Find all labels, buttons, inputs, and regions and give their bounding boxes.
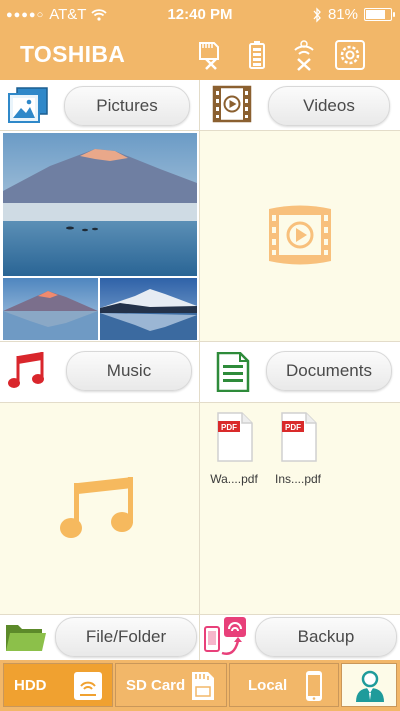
battery-percent: 81% bbox=[327, 6, 358, 23]
bluetooth-icon bbox=[313, 6, 321, 23]
documents-panel[interactable]: PDF Wa....pdf PDF Ins....pdf bbox=[200, 403, 400, 614]
pictures-icon[interactable] bbox=[7, 86, 49, 126]
videos-header: Videos bbox=[200, 80, 400, 130]
settings-gear-icon[interactable] bbox=[334, 39, 366, 71]
document-file-item[interactable]: PDF Ins....pdf bbox=[268, 411, 328, 486]
tab-label: HDD bbox=[14, 677, 47, 694]
music-header: Music bbox=[0, 342, 199, 402]
tab-label: SD Card bbox=[126, 677, 186, 694]
videos-button[interactable]: Videos bbox=[268, 86, 390, 126]
status-bar: ●●●●○ AT&T 12:40 PM 81% bbox=[0, 0, 400, 30]
document-file-item[interactable]: PDF Wa....pdf bbox=[204, 411, 264, 486]
user-profile-icon bbox=[356, 670, 384, 702]
storage-tab-bar: HDD SD Card Local bbox=[0, 660, 400, 711]
photo-thumbnail[interactable] bbox=[3, 278, 98, 340]
battery-icon bbox=[364, 8, 395, 21]
svg-text:PDF: PDF bbox=[221, 423, 237, 432]
account-button[interactable] bbox=[341, 663, 397, 707]
pictures-button[interactable]: Pictures bbox=[64, 86, 190, 126]
music-note-icon bbox=[60, 477, 133, 538]
tab-local[interactable]: Local bbox=[229, 663, 339, 707]
tab-label: Local bbox=[248, 677, 288, 694]
photo-thumbnail[interactable] bbox=[3, 133, 197, 276]
videos-icon[interactable] bbox=[212, 84, 254, 124]
pdf-file-icon: PDF bbox=[281, 412, 317, 462]
pictures-header: Pictures bbox=[0, 80, 199, 130]
documents-button[interactable]: Documents bbox=[266, 351, 392, 391]
app-header: TOSHIBA bbox=[0, 30, 400, 80]
brand-logo: TOSHIBA bbox=[20, 41, 126, 67]
sd-card-icon bbox=[192, 672, 214, 700]
pdf-file-icon: PDF bbox=[217, 412, 253, 462]
music-button[interactable]: Music bbox=[66, 351, 192, 391]
sd-card-eject-icon[interactable] bbox=[192, 39, 224, 71]
tab-sd-card[interactable]: SD Card bbox=[115, 663, 227, 707]
backup-button[interactable]: Backup bbox=[255, 617, 397, 657]
svg-text:PDF: PDF bbox=[285, 423, 301, 432]
documents-header: Documents bbox=[200, 342, 400, 402]
film-play-icon bbox=[269, 205, 331, 265]
pictures-panel[interactable] bbox=[0, 131, 199, 341]
videos-panel[interactable] bbox=[200, 131, 400, 341]
backup-row: Backup bbox=[200, 615, 400, 660]
folder-icon[interactable] bbox=[4, 619, 48, 655]
file-folder-row: File/Folder bbox=[0, 615, 199, 660]
tab-hdd[interactable]: HDD bbox=[3, 663, 113, 707]
wifi-settings-icon[interactable] bbox=[288, 39, 320, 71]
music-panel[interactable] bbox=[0, 403, 199, 614]
document-file-name: Wa....pdf bbox=[210, 472, 258, 486]
phone-icon bbox=[306, 671, 322, 701]
battery-status-icon[interactable] bbox=[241, 39, 273, 71]
music-icon[interactable] bbox=[8, 352, 50, 392]
photo-thumbnail[interactable] bbox=[100, 278, 197, 340]
documents-icon[interactable] bbox=[214, 352, 256, 392]
document-file-name: Ins....pdf bbox=[274, 472, 322, 486]
file-folder-button[interactable]: File/Folder bbox=[55, 617, 197, 657]
hdd-icon bbox=[74, 672, 102, 700]
backup-icon[interactable] bbox=[202, 615, 250, 659]
